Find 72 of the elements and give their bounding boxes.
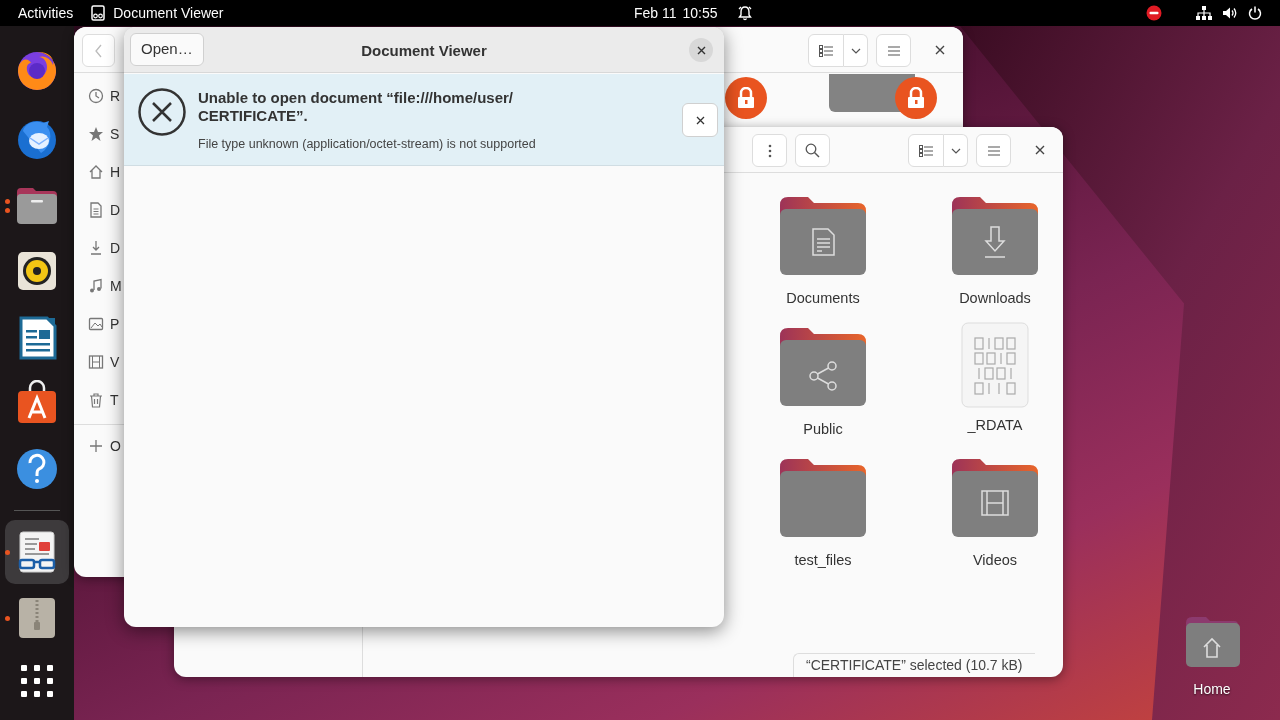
trash-can-icon [88,392,104,408]
speaker-icon[interactable] [15,249,59,293]
search-icon [805,143,820,158]
file-name[interactable]: _RDATA [967,416,1023,434]
file-name[interactable]: test_files [794,551,852,569]
lock-icon [895,77,937,119]
selection-status: “CERTIFICATE” selected (10.7 kB) [793,653,1035,677]
file-name[interactable]: Public [803,420,843,438]
window-title: Document Viewer [361,41,487,61]
desktop-icon-label[interactable]: Home [1193,679,1231,700]
house-icon [88,164,104,180]
plus-icon [88,438,104,454]
lock-icon [725,77,767,119]
sidebar-item[interactable]: H [88,161,121,183]
shopping-bag-icon[interactable] [15,380,59,424]
star-icon [88,126,104,142]
sidebar-item[interactable]: R [88,85,121,107]
chevron-left-icon [94,43,103,58]
shared-folder-icon[interactable] [780,328,866,408]
documents-folder-icon[interactable] [780,197,866,277]
home-folder-icon[interactable] [1184,615,1240,669]
error-detail: File type unknown (application/octet-stream) is not supported [198,136,536,153]
close-icon [1035,145,1045,155]
menu-icon [887,45,900,56]
sidebar-item[interactable]: D [88,237,121,259]
network-icon[interactable] [1196,6,1212,20]
document-icon [88,202,104,218]
close-icon [696,45,706,55]
downloads-folder-icon[interactable] [952,197,1038,277]
download-icon [88,240,104,256]
list-icon [919,144,933,157]
volume-icon[interactable] [1222,6,1238,20]
file-name[interactable]: Documents [786,289,860,307]
sidebar-item[interactable]: M [88,275,122,297]
open-button[interactable]: Open… [130,33,204,66]
close-icon [695,115,705,125]
file-name[interactable]: Downloads [959,289,1031,307]
sidebar-item[interactable]: V [88,351,120,373]
close-button[interactable] [689,38,713,62]
power-icon[interactable] [1248,6,1262,20]
error-message: Unable to open document “file:///home/user/ CERTIFICATE”. [198,89,515,125]
list-view-button[interactable] [908,134,944,167]
menu-icon [987,145,1000,156]
list-view-button[interactable] [808,34,844,67]
clock-time[interactable]: 10:55 [682,2,718,24]
sidebar-item[interactable]: P [88,313,120,335]
search-button[interactable] [795,134,830,167]
folder-icon[interactable] [780,459,866,539]
app-menu-label[interactable]: Document Viewer [113,2,224,24]
sidebar-item[interactable]: O [88,435,121,457]
sidebar-item[interactable]: S [88,123,120,145]
alarm-bell-icon[interactable] [737,5,752,21]
picture-icon [88,316,104,332]
clock-icon [88,88,104,104]
sidebar-item[interactable]: T [88,389,119,411]
sidebar-item[interactable]: D [88,199,121,221]
glasses-document-icon [91,5,106,21]
chevron-down-icon [850,47,861,54]
browser-icon[interactable] [15,49,59,93]
music-note-icon [88,278,104,294]
do-not-disturb-icon[interactable] [1146,5,1162,21]
videos-folder-icon[interactable] [952,459,1038,539]
chevron-down-icon [950,147,961,154]
list-icon [819,44,833,57]
clock-date[interactable]: Feb 11 [634,2,677,24]
file-name[interactable]: Videos [972,551,1018,569]
question-mark-icon[interactable] [15,447,59,491]
close-icon [935,45,945,55]
error-icon [138,88,186,136]
film-icon [88,354,104,370]
activities-button[interactable]: Activities [18,0,74,26]
vertical-dots-icon [767,143,772,158]
